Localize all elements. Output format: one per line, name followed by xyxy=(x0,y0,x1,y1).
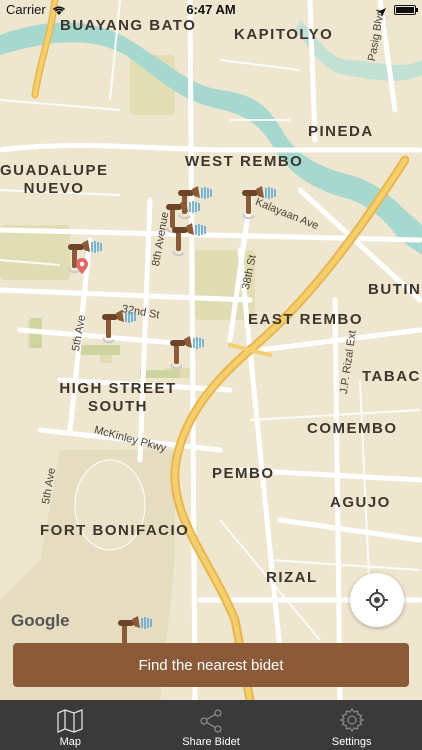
area-label-high-street-south: HIGH STREET SOUTH xyxy=(48,380,188,416)
bidet-icon xyxy=(171,222,206,257)
area-label-pembo: PEMBO xyxy=(212,465,275,482)
location-services-icon xyxy=(377,4,386,22)
area-label-fort-bonifacio: FORT BONIFACIO xyxy=(40,522,190,539)
area-label-nuevo: NUEVO xyxy=(23,180,85,197)
status-bar: Carrier 6:47 AM xyxy=(0,0,422,20)
area-label-agujo: AGUJO xyxy=(330,494,391,511)
bidet-pin[interactable] xyxy=(168,335,204,374)
tab-bar: Map Share Bidet Settings xyxy=(0,700,422,750)
bidet-pin[interactable] xyxy=(170,222,206,261)
bidet-icon xyxy=(169,335,204,370)
tab-share-bidet[interactable]: Share Bidet xyxy=(141,700,282,750)
area-label-butin: BUTIN xyxy=(368,281,422,298)
gear-icon xyxy=(339,707,365,733)
area-label-high-street: HIGH STREET xyxy=(59,380,177,397)
tab-map[interactable]: Map xyxy=(0,700,141,750)
tab-settings[interactable]: Settings xyxy=(281,700,422,750)
place-marker-icon[interactable] xyxy=(76,258,88,274)
share-icon xyxy=(200,709,222,733)
crosshair-icon xyxy=(366,589,388,611)
map-icon xyxy=(57,709,83,733)
area-label-pineda: PINEDA xyxy=(308,123,374,140)
tab-settings-label: Settings xyxy=(331,736,372,748)
bidet-icon xyxy=(241,185,276,220)
battery-icon xyxy=(394,5,418,15)
find-nearest-bidet-button[interactable]: Find the nearest bidet xyxy=(13,643,409,687)
tab-map-label: Map xyxy=(59,736,82,748)
area-label-comembo: COMEMBO xyxy=(307,420,398,437)
status-time: 6:47 AM xyxy=(186,2,236,17)
area-label-tabac: TABAC xyxy=(362,368,421,385)
tab-share-bidet-label: Share Bidet xyxy=(182,736,240,748)
area-label-guadalupe-nuevo: GUADALUPE NUEVO xyxy=(0,162,108,198)
area-label-west-rembo: WEST REMBO xyxy=(185,153,304,170)
area-label-guadalupe: GUADALUPE xyxy=(0,162,109,179)
area-label-east-rembo: EAST REMBO xyxy=(248,311,364,328)
bidet-pin[interactable] xyxy=(100,309,136,348)
area-label-south: SOUTH xyxy=(88,398,148,415)
area-label-kapitolyo: KAPITOLYO xyxy=(234,26,334,43)
area-label-rizal: RIZAL xyxy=(266,569,318,586)
bidet-icon xyxy=(101,309,136,344)
bidet-pin[interactable] xyxy=(240,185,276,224)
my-location-button[interactable] xyxy=(350,573,404,627)
google-logo: Google xyxy=(11,611,70,630)
